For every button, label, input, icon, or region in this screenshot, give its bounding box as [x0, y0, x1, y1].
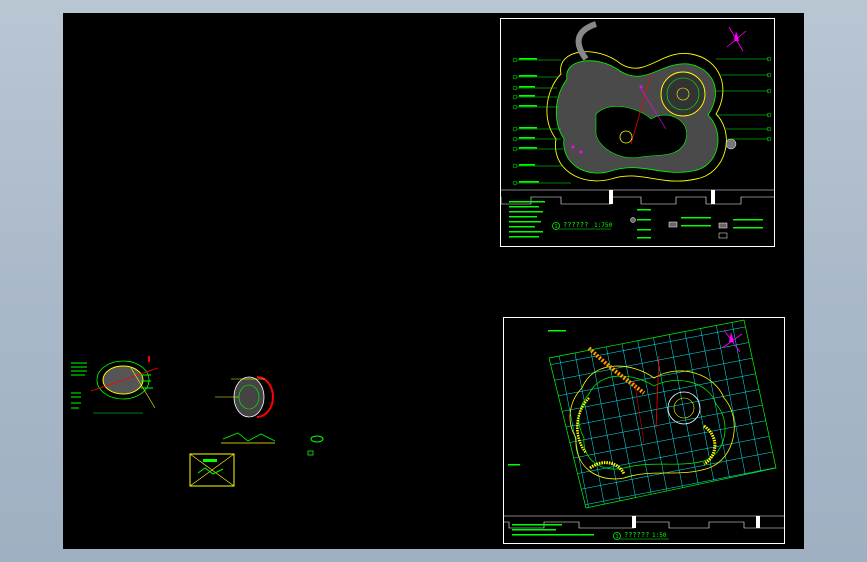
- sheet-site-plan[interactable]: 1 ?????? 1:750: [500, 18, 775, 247]
- detail-boxed[interactable]: [189, 453, 235, 487]
- detail-round-planter[interactable]: [71, 356, 159, 414]
- site-plan-drawing: 1 ?????? 1:750: [501, 21, 774, 239]
- grid-plan-drawing: 1 ?????? 1:50: [504, 319, 784, 540]
- top-callout-number: 1: [554, 224, 557, 230]
- bottom-drawing-caption: ??????: [624, 531, 649, 539]
- detail-tiny-marks[interactable]: [307, 435, 324, 456]
- top-drawing-caption: ??????: [563, 221, 588, 229]
- detail-tree-pit[interactable]: [215, 376, 274, 418]
- detail-section-strip[interactable]: [221, 432, 276, 444]
- top-drawing-scale: 1:750: [594, 222, 612, 229]
- sheet-grid-plan[interactable]: 1 ?????? 1:50: [503, 317, 785, 544]
- cad-model-viewport[interactable]: 1 ?????? 1:750 1 ?????? 1:50: [63, 13, 804, 549]
- bottom-callout-number: 1: [615, 534, 618, 540]
- bottom-drawing-scale: 1:50: [652, 532, 667, 539]
- north-arrow-icon: [721, 329, 743, 353]
- north-arrow-icon: [726, 26, 747, 52]
